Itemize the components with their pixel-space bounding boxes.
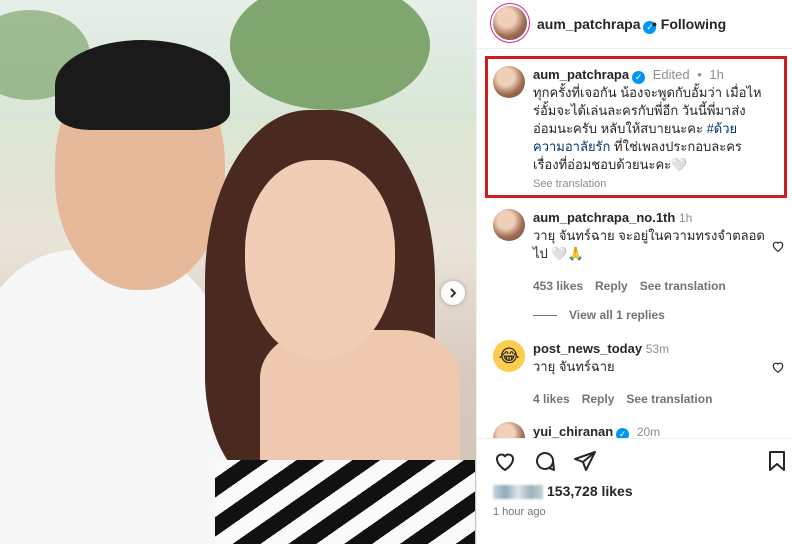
caption-time: 1h (709, 67, 724, 82)
laughing-emoji-icon[interactable]: 😂 (493, 340, 525, 372)
comment-time: 1h (678, 211, 693, 225)
following-label[interactable]: Following (661, 16, 726, 32)
share-icon[interactable] (573, 449, 597, 473)
caption-username[interactable]: aum_patchrapa (533, 67, 629, 82)
comment-likes[interactable]: 4 likes (533, 392, 570, 406)
photo-striped-dress (215, 460, 475, 544)
caption-avatar[interactable] (493, 66, 525, 98)
photo-man-hair (55, 40, 230, 130)
verified-badge-icon: ✓ (616, 428, 630, 438)
caption-header: aum_patchrapa ✓ Edited • 1h (533, 66, 769, 84)
comment-avatar[interactable] (493, 422, 525, 438)
caption-see-translation[interactable]: See translation (533, 175, 769, 193)
likes-label[interactable]: 153,728 likes (547, 483, 633, 499)
post-timestamp: 1 hour ago (493, 506, 546, 518)
comment-body: post_news_today 53m วายุ จันทร์ฉาย 4 lik… (533, 340, 769, 408)
separator-dot: • (697, 67, 702, 82)
author-username-row[interactable]: aum_patchrapa ✓ (537, 16, 657, 34)
comment-see-translation[interactable]: See translation (626, 392, 712, 406)
comment-header: yui_chiranan ✓ 20m (533, 424, 660, 438)
heart-icon[interactable] (493, 449, 517, 473)
author-username[interactable]: aum_patchrapa (537, 16, 640, 32)
separator-dot: • (652, 16, 657, 32)
photo-woman-face (245, 160, 395, 360)
comment-username[interactable]: aum_patchrapa_no.1th (533, 210, 675, 225)
comment-time: 53m (645, 342, 670, 356)
comment-meta: 453 likes Reply See translation (533, 277, 769, 295)
comment-username[interactable]: yui_chiranan (533, 424, 613, 438)
comment-reply-button[interactable]: Reply (595, 279, 628, 293)
post-photo[interactable] (0, 0, 476, 544)
comment-body: aum_patchrapa_no.1th 1h วายุ จันทร์ฉาย จ… (533, 209, 769, 295)
post-side-panel: aum_patchrapa ✓ • Following aum_patchrapa… (476, 0, 792, 545)
post-header: aum_patchrapa ✓ • Following (477, 0, 792, 49)
likes-count[interactable]: 153,728 likes (493, 483, 633, 500)
verified-badge-icon: ✓ (632, 71, 646, 84)
comment-reply-button[interactable]: Reply (582, 392, 615, 406)
heart-icon[interactable] (771, 239, 785, 253)
author-avatar[interactable] (493, 6, 527, 40)
caption-text: ทุกครั้งที่เจอกัน น้องจะพูดกับอั้มว่า เม… (533, 84, 769, 174)
post-actions-bar: 153,728 likes 1 hour ago (477, 438, 792, 545)
comment-username[interactable]: post_news_today (533, 341, 642, 356)
view-replies-button[interactable]: View all 1 replies (533, 308, 665, 322)
bookmark-icon[interactable] (765, 449, 789, 473)
comment-meta: 4 likes Reply See translation (533, 390, 769, 408)
following-button[interactable]: • Following (652, 16, 726, 32)
comment-see-translation[interactable]: See translation (640, 279, 726, 293)
chevron-right-icon (450, 288, 457, 298)
caption-edited: Edited (652, 67, 690, 82)
comment-time: 20m (636, 425, 661, 438)
caption-body: aum_patchrapa ✓ Edited • 1h ทุกครั้งที่เจ… (533, 66, 769, 193)
comment-item-partial: yui_chiranan ✓ 20m (493, 422, 783, 438)
comment-likes[interactable]: 453 likes (533, 279, 583, 293)
photo-man-shirt (0, 250, 230, 544)
comment-avatar[interactable] (493, 209, 525, 241)
comment-text: วายุ จันทร์ฉาย จะอยู่ในความทรงจำตลอดไป 🤍… (533, 228, 765, 261)
comment-text: วายุ จันทร์ฉาย (533, 359, 615, 374)
instagram-post-view: aum_patchrapa ✓ • Following aum_patchrapa… (0, 0, 792, 545)
heart-icon[interactable] (771, 360, 785, 374)
next-photo-button[interactable] (441, 281, 465, 305)
comment-icon[interactable] (533, 449, 557, 473)
liker-avatars (493, 485, 543, 500)
